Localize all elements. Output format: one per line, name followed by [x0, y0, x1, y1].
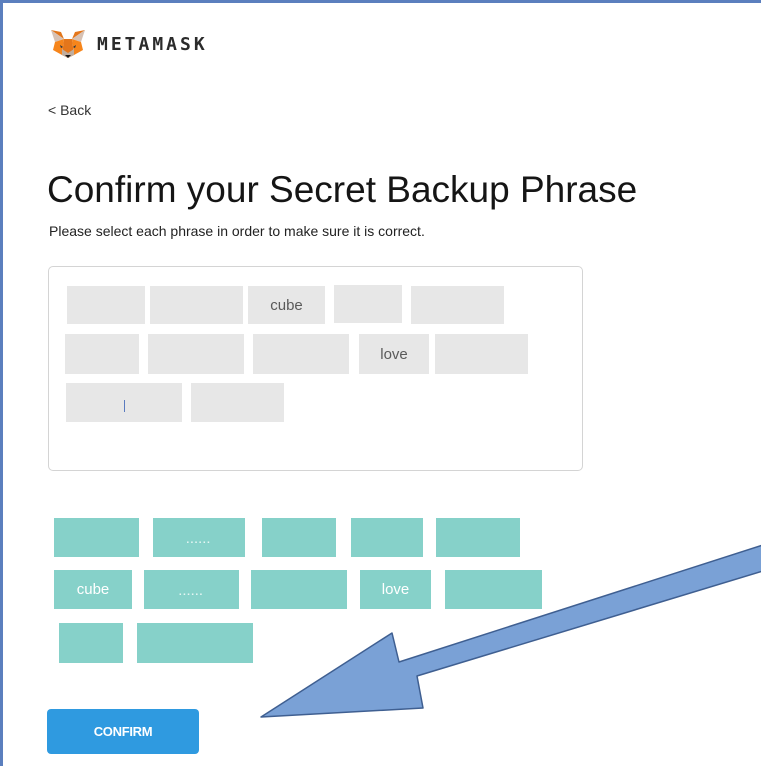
word-chip[interactable]: ▪▪▪▪▪▪ — [153, 518, 245, 557]
logo: METAMASK — [49, 29, 208, 59]
word-chip[interactable] — [351, 518, 423, 557]
slot-word: cube — [270, 296, 303, 314]
instruction-text: Please select each phrase in order to ma… — [49, 223, 425, 239]
back-link[interactable]: < Back — [48, 102, 91, 118]
selected-slot[interactable] — [411, 286, 504, 324]
word-chip[interactable] — [137, 623, 253, 663]
confirm-button[interactable]: CONFIRM — [47, 709, 199, 754]
slot-word: love — [380, 345, 408, 363]
selected-slot[interactable]: love — [359, 334, 429, 374]
selected-slot[interactable] — [253, 334, 349, 374]
selected-slot[interactable]: cube — [248, 286, 325, 324]
word-chip[interactable] — [445, 570, 542, 609]
selected-slot[interactable] — [148, 334, 244, 374]
word-chip[interactable] — [59, 623, 123, 663]
obscured-word: ▪▪▪▪▪▪ — [186, 539, 212, 546]
word-chip[interactable] — [251, 570, 347, 609]
word-chip[interactable]: ▪▪▪▪▪▪ — [144, 570, 239, 609]
app-window: METAMASK < Back Confirm your Secret Back… — [0, 0, 761, 766]
page-title: Confirm your Secret Backup Phrase — [47, 168, 638, 210]
word-chip[interactable] — [436, 518, 520, 557]
text-cursor — [123, 399, 125, 412]
word-chip[interactable] — [262, 518, 336, 557]
selected-slot[interactable] — [191, 383, 284, 422]
selected-slot[interactable] — [334, 285, 402, 323]
selected-slot[interactable] — [66, 383, 182, 422]
brand-name: METAMASK — [97, 33, 208, 55]
chip-word: love — [381, 581, 410, 598]
word-chip[interactable] — [54, 518, 139, 557]
chip-word: cube — [76, 581, 110, 598]
selected-slot[interactable] — [150, 286, 243, 324]
word-chip[interactable]: cube — [54, 570, 132, 609]
obscured-word: ▪▪▪▪▪▪ — [179, 591, 204, 598]
word-chip[interactable]: love — [360, 570, 431, 609]
selected-slot[interactable] — [65, 334, 139, 374]
fox-icon — [51, 30, 85, 58]
selected-slot[interactable] — [435, 334, 528, 374]
selected-slot[interactable] — [67, 286, 145, 324]
